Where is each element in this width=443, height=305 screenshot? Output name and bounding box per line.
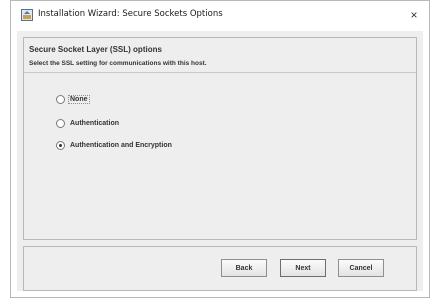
radio-option-authentication-encryption[interactable]: Authentication and Encryption (56, 139, 173, 151)
heading-divider (24, 72, 416, 73)
panel-heading: Secure Socket Layer (SSL) options (29, 45, 162, 54)
radio-authentication-encryption[interactable] (56, 140, 65, 150)
next-button[interactable]: Next (280, 259, 326, 277)
client-area: Secure Socket Layer (SSL) options Select… (17, 31, 423, 291)
window-title: Installation Wizard: Secure Sockets Opti… (38, 9, 223, 19)
cancel-button[interactable]: Cancel (338, 259, 384, 277)
ssl-options-panel: Secure Socket Layer (SSL) options Select… (23, 37, 417, 240)
radio-option-authentication[interactable]: Authentication (56, 117, 120, 129)
radio-label-authentication: Authentication (70, 119, 119, 127)
radio-label-authentication-encryption: Authentication and Encryption (70, 141, 172, 149)
radio-option-none[interactable]: None (56, 93, 90, 105)
close-button[interactable]: × (405, 6, 423, 24)
panel-subheading: Select the SSL setting for communication… (29, 60, 207, 67)
button-panel: Back Next Cancel (23, 246, 417, 291)
back-button[interactable]: Back (221, 259, 267, 277)
radio-label-none: None (68, 94, 90, 104)
radio-authentication[interactable] (56, 118, 65, 128)
wizard-window: Installation Wizard: Secure Sockets Opti… (10, 0, 430, 298)
radio-none[interactable] (56, 94, 65, 104)
installer-icon (21, 9, 33, 21)
title-bar[interactable]: Installation Wizard: Secure Sockets Opti… (11, 1, 429, 31)
close-icon: × (410, 8, 418, 22)
